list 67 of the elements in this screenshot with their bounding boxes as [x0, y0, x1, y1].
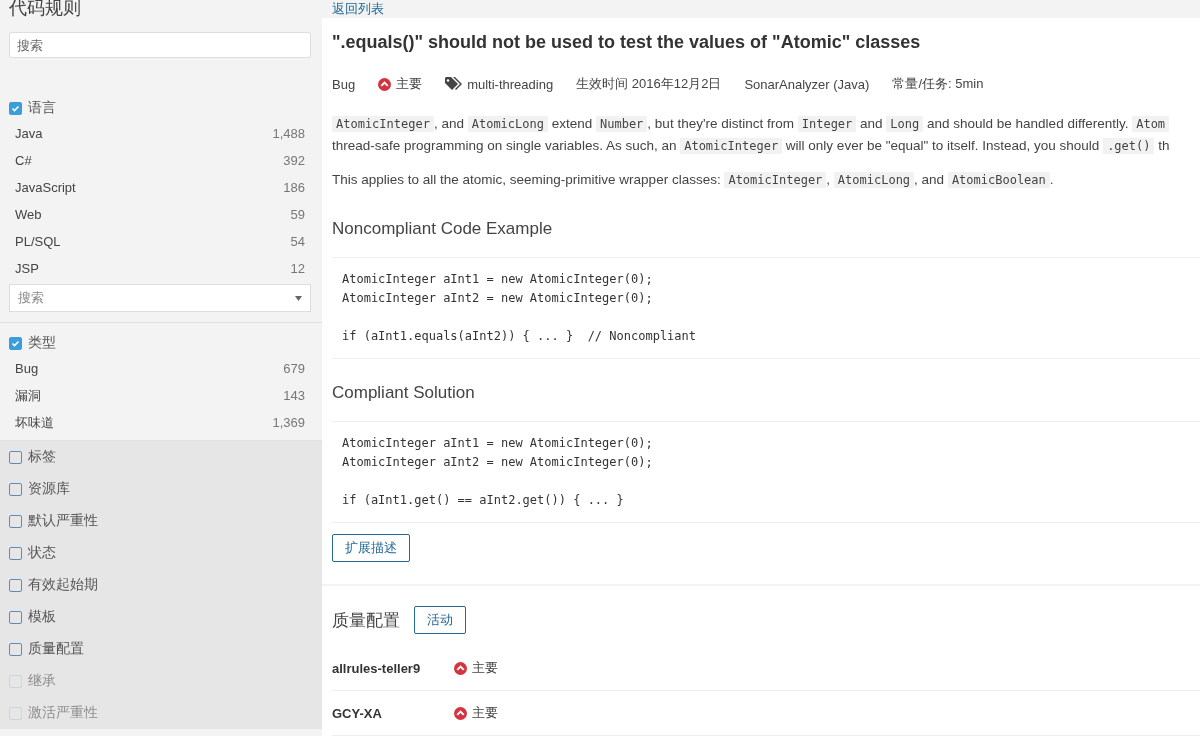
extend-description-button[interactable]: 扩展描述: [332, 534, 410, 562]
back-link[interactable]: 返回列表: [332, 0, 384, 18]
facet-label[interactable]: 语言: [28, 99, 56, 117]
facet-label[interactable]: 资源库: [28, 480, 70, 498]
facet-label[interactable]: 质量配置: [28, 640, 84, 658]
facet-item[interactable]: Bug: [15, 361, 39, 376]
meta-text: 生效时间 2016年12月2日: [576, 75, 722, 93]
facet-label[interactable]: 标签: [28, 448, 56, 466]
facet-count: 679: [283, 361, 305, 376]
facet-item[interactable]: C#: [15, 153, 32, 168]
meta-text: SonarAnalyzer (Java): [744, 76, 870, 92]
facet-count: 143: [283, 388, 305, 403]
section-heading: 质量配置: [332, 609, 400, 632]
facet-label[interactable]: 状态: [28, 544, 56, 562]
code-block: AtomicInteger aInt1 = new AtomicInteger(0); AtomicInteger aInt2 = new AtomicInteger(0); if (aInt1.get() == aInt2.get()) { ... }: [332, 421, 1200, 523]
facet-count: 1,488: [272, 126, 305, 141]
facet-label[interactable]: 类型: [28, 334, 56, 352]
facet-checkbox[interactable]: [9, 546, 22, 560]
severity-up-icon: [454, 661, 467, 675]
activate-button[interactable]: 活动: [414, 606, 466, 634]
caret-icon: [295, 295, 302, 301]
rule-tag: multi-threading: [467, 76, 554, 92]
description-paragraph: AtomicInteger , and AtomicLong extend Number , but they're distinct from Integer and Long and should be handled differently. Atom thread-safe programming on single variables. As such, an AtomicInteger will only ever be "equal" to itself. Instead, you should .get() th: [332, 115, 1171, 156]
facet-item[interactable]: PL/SQL: [15, 234, 61, 249]
facet-item[interactable]: Web: [15, 207, 42, 222]
search-select[interactable]: 搜索: [9, 284, 311, 312]
severity-up-icon: [454, 706, 467, 720]
check-icon: [11, 103, 20, 113]
facet-count: 186: [283, 180, 305, 195]
facet-count: 12: [290, 261, 305, 276]
facet-item[interactable]: 坏味道: [15, 413, 54, 432]
facet-count: 1,369: [272, 415, 305, 430]
search-field[interactable]: 搜索: [9, 32, 311, 58]
facet-label[interactable]: 模板: [28, 608, 56, 626]
meta-text: 常量/任务: 5min: [892, 75, 984, 93]
code-block: AtomicInteger aInt1 = new AtomicInteger(0); AtomicInteger aInt2 = new AtomicInteger(0); if (aInt1.equals(aInt2)) { ... } // Noncompliant: [332, 257, 1200, 359]
facet-item[interactable]: Java: [15, 126, 43, 141]
facet-count: 392: [283, 153, 305, 168]
facet-checkbox[interactable]: [9, 450, 22, 464]
profile-name: allrules-teller9: [332, 660, 422, 676]
severity-label: 主要: [396, 75, 423, 93]
tag-icon: [445, 77, 463, 91]
facet-checkbox[interactable]: [9, 610, 22, 624]
description-paragraph: This applies to all the atomic, seeming-primitive wrapper classes: AtomicInteger , AtomicLong , and AtomicBoolean .: [332, 171, 1055, 190]
facet-item[interactable]: JavaScript: [15, 180, 76, 195]
severity-label: 主要: [472, 704, 498, 722]
facet-checkbox[interactable]: [9, 514, 22, 528]
facet-label[interactable]: 默认严重性: [28, 512, 98, 530]
facet-item[interactable]: JSP: [15, 261, 39, 276]
section-heading: Noncompliant Code Example: [332, 218, 554, 240]
facet-checkbox[interactable]: [9, 482, 22, 496]
facet-count: 54: [290, 234, 305, 249]
facet-checkbox[interactable]: [9, 642, 22, 656]
severity-up-icon: [378, 77, 392, 91]
facet-checkbox[interactable]: [9, 336, 22, 350]
facet-count: 59: [290, 207, 305, 222]
severity-label: 主要: [472, 659, 498, 677]
rule-title: ".equals()" should not be used to test the values of "Atomic" classes: [332, 31, 922, 54]
facet-label[interactable]: 有效起始期: [28, 576, 98, 594]
section-heading: Compliant Solution: [332, 382, 476, 404]
profile-name: GCY-XA: [332, 705, 383, 721]
facet-item[interactable]: 漏洞: [15, 386, 41, 405]
sidebar-title: 代码规则: [8, 0, 82, 18]
meta-text: Bug: [332, 76, 356, 92]
facet-checkbox[interactable]: [9, 578, 22, 592]
check-icon: [11, 338, 20, 348]
facet-checkbox[interactable]: [9, 101, 22, 115]
